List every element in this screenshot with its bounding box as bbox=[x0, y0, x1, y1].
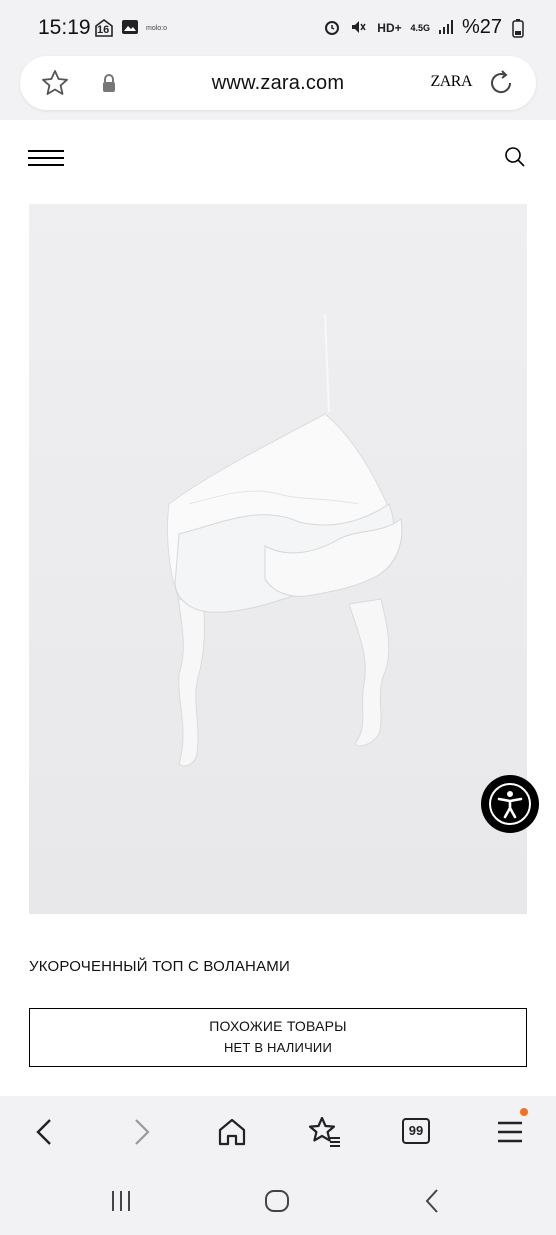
mute-icon bbox=[348, 18, 368, 38]
battery-level: %27 bbox=[461, 16, 502, 38]
hamburger-icon[interactable] bbox=[28, 148, 64, 168]
availability-status: НЕТ В НАЛИЧИИ bbox=[223, 1040, 333, 1055]
hamburger-line bbox=[28, 150, 64, 152]
status-right-icons: HD+ 4.5G %27 bbox=[322, 16, 528, 39]
product-name: УКОРОЧЕННЫЙ ТОП С ВОЛАНАМИ bbox=[29, 958, 290, 975]
browser-toolbar: 99 bbox=[0, 1096, 556, 1168]
calendar-day: 16 bbox=[97, 24, 110, 36]
site-logo: ZARA bbox=[430, 73, 472, 90]
battery-icon bbox=[508, 18, 528, 38]
accessibility-icon bbox=[481, 783, 539, 837]
accessibility-button[interactable] bbox=[481, 775, 539, 833]
similar-products-button[interactable]: ПОХОЖИЕ ТОВАРЫ НЕТ В НАЛИЧИИ bbox=[29, 1008, 527, 1067]
forward-icon[interactable] bbox=[120, 1112, 160, 1152]
product-image[interactable] bbox=[29, 204, 527, 914]
network-type: 4.5G bbox=[410, 22, 430, 33]
browser-address-area: www.zara.com ZARA bbox=[0, 56, 556, 120]
reload-icon[interactable] bbox=[486, 68, 516, 98]
back-icon[interactable] bbox=[26, 1112, 66, 1152]
tabs-count: 99 bbox=[402, 1118, 430, 1144]
calendar-icon: 16 bbox=[94, 18, 114, 38]
address-bar[interactable]: www.zara.com ZARA bbox=[20, 56, 536, 110]
alarm-icon bbox=[322, 18, 342, 38]
status-time: 15:19 bbox=[38, 16, 91, 39]
hd-voice-icon: HD+ bbox=[377, 20, 402, 35]
menu-icon[interactable] bbox=[490, 1108, 530, 1152]
recent-apps-icon[interactable] bbox=[106, 1186, 136, 1216]
similar-products-label: ПОХОЖИЕ ТОВАРЫ bbox=[209, 1018, 347, 1034]
notification-dot bbox=[520, 1108, 528, 1116]
system-navigation-bar bbox=[0, 1168, 556, 1235]
site-header bbox=[0, 120, 556, 196]
search-icon[interactable] bbox=[504, 146, 526, 168]
app-notification-label: molo:o bbox=[146, 24, 168, 32]
home-nav-icon[interactable] bbox=[262, 1186, 292, 1216]
status-left-icons: 16 molo:o bbox=[94, 18, 167, 38]
hamburger-line bbox=[28, 157, 64, 159]
home-icon[interactable] bbox=[212, 1112, 252, 1152]
hamburger-line bbox=[28, 164, 64, 166]
tabs-icon[interactable]: 99 bbox=[398, 1112, 438, 1152]
gallery-icon bbox=[120, 18, 140, 38]
status-bar: 15:19 16 molo:o HD+ 4.5G %27 bbox=[0, 0, 556, 56]
back-nav-icon[interactable] bbox=[418, 1186, 448, 1216]
bookmarks-icon[interactable] bbox=[304, 1112, 344, 1152]
signal-icon bbox=[436, 18, 456, 38]
